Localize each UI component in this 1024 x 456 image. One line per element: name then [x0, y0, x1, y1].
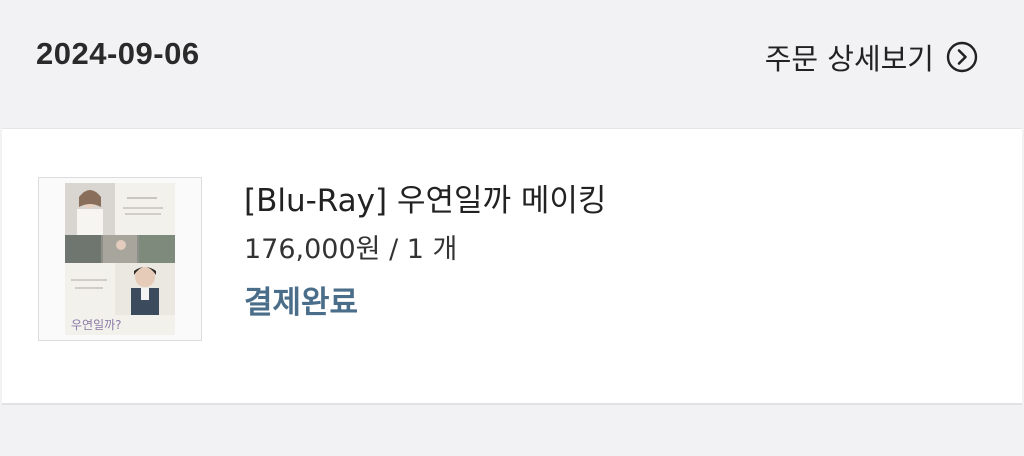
order-status: 결제완료 — [244, 285, 359, 321]
product-info: [Blu-Ray] 우연일까 메이킹 176,000원 / 1 개 결제완료 — [244, 181, 606, 323]
poster-image: 우연일까? — [65, 183, 175, 335]
order-date: 2024-09-06 — [36, 36, 200, 71]
order-item-card: 우연일까? [Blu-Ray] 우연일까 메이킹 176,000원 / 1 개 … — [2, 128, 1022, 405]
order-detail-link[interactable]: 주문 상세보기 — [765, 36, 978, 78]
order-detail-label: 주문 상세보기 — [764, 42, 934, 76]
product-price-quantity: 176,000원 / 1 개 — [244, 234, 458, 265]
product-title[interactable]: [Blu-Ray] 우연일까 메이킹 — [244, 181, 606, 221]
order-header: 2024-09-06 주문 상세보기 — [0, 0, 1024, 128]
chevron-right-circle-icon — [946, 41, 978, 73]
product-thumbnail[interactable]: 우연일까? — [38, 177, 202, 341]
svg-text:우연일까?: 우연일까? — [71, 318, 122, 332]
